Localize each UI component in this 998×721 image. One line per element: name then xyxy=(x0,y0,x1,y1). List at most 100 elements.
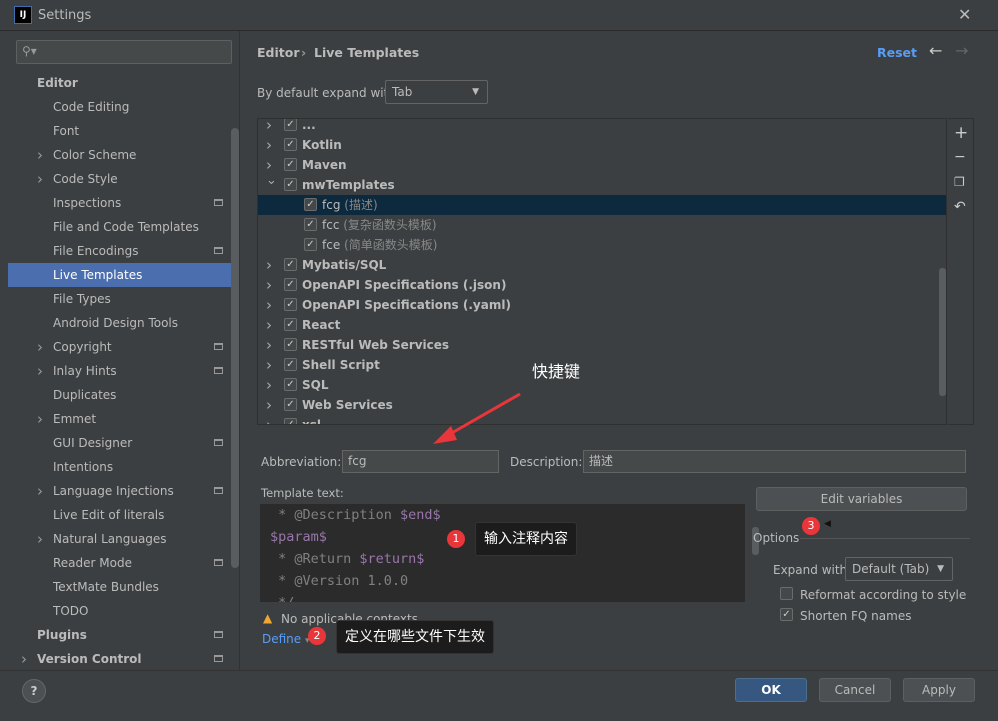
chevron-right-icon[interactable]: › xyxy=(37,359,43,383)
sidebar-item-version-control[interactable]: › Version Control xyxy=(8,647,232,671)
sidebar-item-plugins[interactable]: Plugins xyxy=(8,623,232,647)
sidebar-item-intentions[interactable]: Intentions xyxy=(8,455,232,479)
template-checkbox[interactable]: ✓ xyxy=(304,198,317,211)
template-group[interactable]: › ✓ xsl xyxy=(258,415,946,424)
template-checkbox[interactable]: ✓ xyxy=(284,158,297,171)
copy-icon[interactable]: ❐ xyxy=(954,175,965,189)
template-group[interactable]: ⌄ ✓ mwTemplates xyxy=(258,173,946,195)
chevron-right-icon[interactable]: › xyxy=(266,119,272,135)
chevron-right-icon[interactable]: › xyxy=(266,335,272,355)
add-icon[interactable]: + xyxy=(954,123,968,143)
template-group[interactable]: › ✓ OpenAPI Specifications (.yaml) xyxy=(258,295,946,315)
template-checkbox[interactable]: ✓ xyxy=(284,278,297,291)
chevron-right-icon[interactable]: › xyxy=(21,647,27,671)
template-checkbox[interactable]: ✓ xyxy=(284,338,297,351)
template-checkbox[interactable]: ✓ xyxy=(284,418,297,424)
edit-variables-button[interactable]: Edit variables xyxy=(756,487,967,511)
template-group[interactable]: › ✓ Maven xyxy=(258,155,946,175)
chevron-right-icon[interactable]: › xyxy=(37,167,43,191)
cancel-button[interactable]: Cancel xyxy=(819,678,891,702)
reset-link[interactable]: Reset xyxy=(877,45,917,60)
sidebar-item-live-edit-of-literals[interactable]: Live Edit of literals xyxy=(8,503,232,527)
expand-with-select[interactable]: Default (Tab) ▼ xyxy=(845,557,953,581)
expand-default-select[interactable]: Tab ▼ xyxy=(385,80,488,104)
define-link[interactable]: Define ▾ xyxy=(262,632,310,646)
template-checkbox[interactable]: ✓ xyxy=(284,119,297,131)
template-checkbox[interactable]: ✓ xyxy=(284,298,297,311)
chevron-right-icon[interactable]: › xyxy=(266,135,272,155)
sidebar-item-textmate-bundles[interactable]: TextMate Bundles xyxy=(8,575,232,599)
sidebar-item-reader-mode[interactable]: Reader Mode xyxy=(8,551,232,575)
template-group[interactable]: › ✓ Mybatis/SQL xyxy=(258,255,946,275)
shorten-fq-checkbox[interactable]: ✓ xyxy=(780,608,793,621)
chevron-right-icon[interactable]: › xyxy=(266,355,272,375)
chevron-right-icon[interactable]: › xyxy=(266,295,272,315)
restore-icon[interactable]: ↶ xyxy=(954,199,966,215)
template-item[interactable]: ✓ fcc (复杂函数头模板) xyxy=(258,215,946,235)
template-checkbox[interactable]: ✓ xyxy=(284,398,297,411)
chevron-down-icon[interactable]: ⌄ xyxy=(266,171,277,191)
sidebar-item-duplicates[interactable]: Duplicates xyxy=(8,383,232,407)
template-checkbox[interactable]: ✓ xyxy=(284,138,297,151)
sidebar-item-color-scheme[interactable]: › Color Scheme xyxy=(8,143,232,167)
template-group[interactable]: › ✓ Web Services xyxy=(258,395,946,415)
template-checkbox[interactable]: ✓ xyxy=(284,258,297,271)
help-button[interactable]: ? xyxy=(22,679,46,703)
template-group[interactable]: › ✓... xyxy=(258,119,946,135)
template-group[interactable]: › ✓ Shell Script xyxy=(258,355,946,375)
template-checkbox[interactable]: ✓ xyxy=(284,378,297,391)
template-group[interactable]: › ✓ SQL xyxy=(258,375,946,395)
sidebar-scrollbar[interactable] xyxy=(231,128,239,568)
forward-arrow-icon[interactable]: → xyxy=(955,41,968,60)
back-arrow-icon[interactable]: ← xyxy=(929,41,942,60)
chevron-right-icon[interactable]: › xyxy=(266,375,272,395)
template-group[interactable]: › ✓ RESTful Web Services xyxy=(258,335,946,355)
sidebar-item-editor[interactable]: Editor xyxy=(8,71,232,95)
template-checkbox[interactable]: ✓ xyxy=(284,318,297,331)
sidebar-item-language-injections[interactable]: › Language Injections xyxy=(8,479,232,503)
sidebar-item-file-and-code-templates[interactable]: File and Code Templates xyxy=(8,215,232,239)
chevron-right-icon[interactable]: › xyxy=(37,527,43,551)
search-input[interactable]: ⚲▾ xyxy=(16,40,232,64)
sidebar-item-natural-languages[interactable]: › Natural Languages xyxy=(8,527,232,551)
ok-button[interactable]: OK xyxy=(735,678,807,702)
chevron-right-icon[interactable]: › xyxy=(266,315,272,335)
sidebar-item-font[interactable]: Font xyxy=(8,119,232,143)
template-group[interactable]: › ✓ Kotlin xyxy=(258,135,946,155)
template-checkbox[interactable]: ✓ xyxy=(304,218,317,231)
apply-button[interactable]: Apply xyxy=(903,678,975,702)
sidebar-item-emmet[interactable]: › Emmet xyxy=(8,407,232,431)
sidebar-item-android-design-tools[interactable]: Android Design Tools xyxy=(8,311,232,335)
template-item[interactable]: ✓ fcg (描述) xyxy=(258,195,946,215)
sidebar-item-copyright[interactable]: › Copyright xyxy=(8,335,232,359)
sidebar-item-live-templates[interactable]: Live Templates xyxy=(8,263,232,287)
template-group[interactable]: › ✓ OpenAPI Specifications (.json) xyxy=(258,275,946,295)
close-icon[interactable]: ✕ xyxy=(958,5,971,24)
sidebar-item-code-style[interactable]: › Code Style xyxy=(8,167,232,191)
chevron-right-icon[interactable]: › xyxy=(37,479,43,503)
sidebar-item-gui-designer[interactable]: GUI Designer xyxy=(8,431,232,455)
reformat-checkbox[interactable] xyxy=(780,587,793,600)
sidebar-item-inspections[interactable]: Inspections xyxy=(8,191,232,215)
chevron-right-icon[interactable]: › xyxy=(266,415,272,424)
abbreviation-input[interactable]: fcg xyxy=(342,450,499,473)
template-checkbox[interactable]: ✓ xyxy=(284,178,297,191)
template-item[interactable]: ✓ fce (简单函数头模板) xyxy=(258,235,946,255)
chevron-right-icon[interactable]: › xyxy=(37,407,43,431)
description-input[interactable]: 描述 xyxy=(583,450,966,473)
chevron-right-icon[interactable]: › xyxy=(37,143,43,167)
sidebar-item-todo[interactable]: TODO xyxy=(8,599,232,623)
sidebar-item-file-encodings[interactable]: File Encodings xyxy=(8,239,232,263)
remove-icon[interactable]: − xyxy=(954,149,966,165)
sidebar-item-inlay-hints[interactable]: › Inlay Hints xyxy=(8,359,232,383)
tree-scrollbar[interactable] xyxy=(939,268,946,396)
template-checkbox[interactable]: ✓ xyxy=(284,358,297,371)
chevron-right-icon[interactable]: › xyxy=(266,275,272,295)
sidebar-item-code-editing[interactable]: Code Editing xyxy=(8,95,232,119)
chevron-right-icon[interactable]: › xyxy=(266,395,272,415)
sidebar-item-file-types[interactable]: File Types xyxy=(8,287,232,311)
chevron-right-icon[interactable]: › xyxy=(266,255,272,275)
chevron-right-icon[interactable]: › xyxy=(37,335,43,359)
template-group[interactable]: › ✓ React xyxy=(258,315,946,335)
breadcrumb-editor[interactable]: Editor xyxy=(257,45,300,60)
